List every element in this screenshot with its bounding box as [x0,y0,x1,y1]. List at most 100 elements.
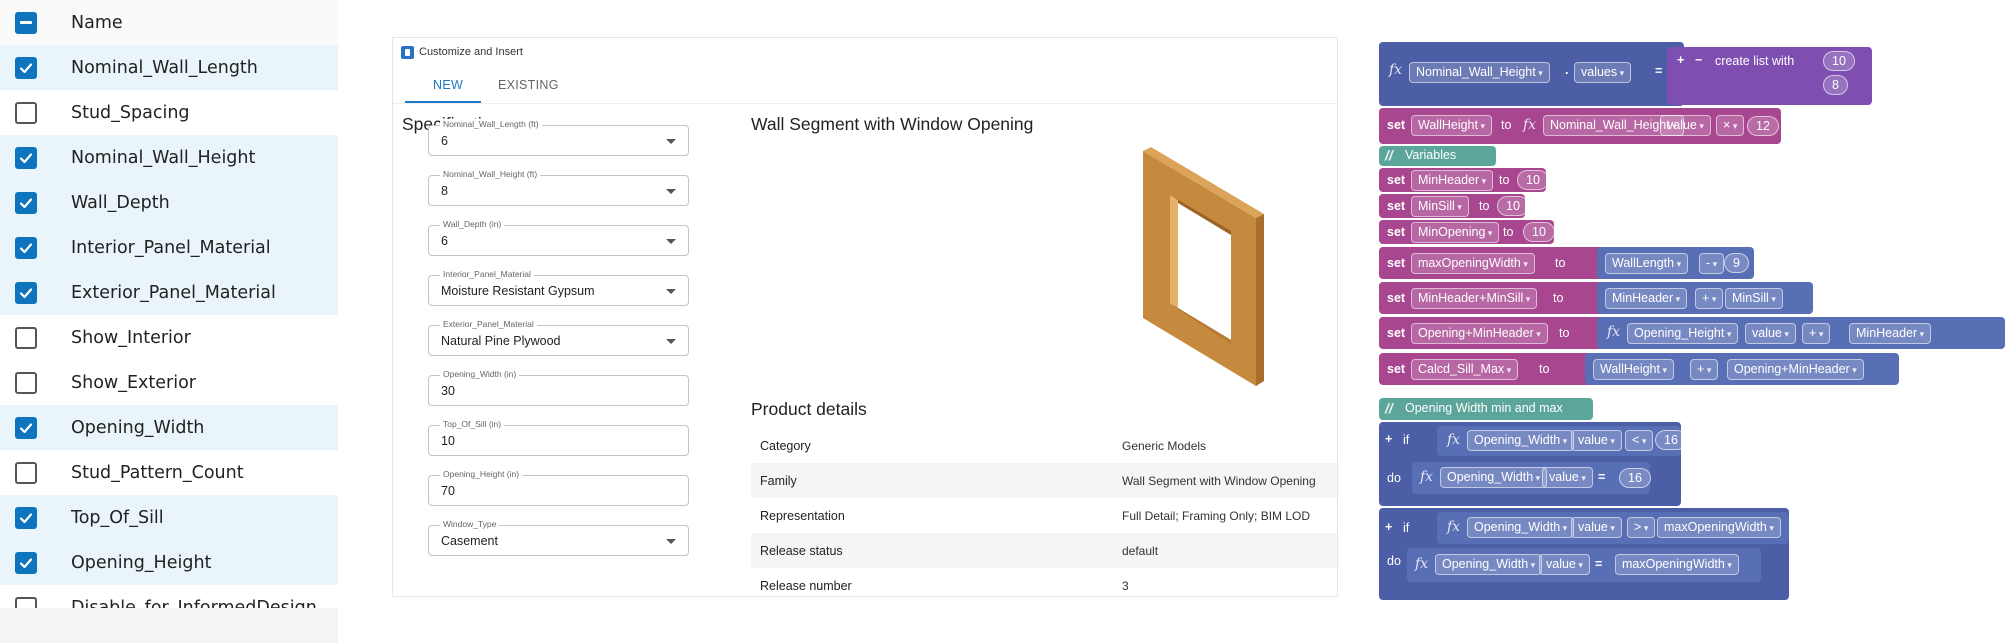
block-set-wallheight[interactable]: set WallHeight to fx Nominal_Wall_Height… [1379,108,1781,144]
spec-select[interactable]: Nominal_Wall_Height (ft) 8 [428,169,689,206]
comparison-block[interactable]: fx Opening_Width value < 16 [1437,426,1687,456]
block-set-maxopeningwidth[interactable]: set maxOpeningWidth to [1379,247,1614,279]
block-set-minheader[interactable]: set MinHeader to 10 [1379,168,1549,192]
chevron-down-icon[interactable] [666,539,676,544]
parameter-row[interactable]: Exterior_Panel_Material [0,270,338,315]
property-dropdown[interactable]: value [1542,467,1593,488]
comparison-block[interactable]: fx Opening_Width value > maxOpeningWidth [1437,512,1789,544]
property-dropdown[interactable]: value [1660,115,1711,136]
spec-select[interactable]: Window_Type Casement [428,519,689,556]
operator-dropdown[interactable]: + [1690,359,1719,380]
param-dropdown[interactable]: Opening_Height [1627,323,1739,344]
chevron-down-icon[interactable] [666,289,676,294]
parameter-checkbox[interactable] [15,461,37,484]
select-all-checkbox[interactable] [15,11,37,34]
tab-existing[interactable]: EXISTING [498,78,559,92]
parameter-checkbox[interactable] [15,326,37,349]
variable-dropdown[interactable]: Opening+MinHeader [1411,323,1548,344]
variable-dropdown[interactable]: MinHeader [1849,323,1932,344]
comment-block[interactable]: // Variables [1379,146,1496,166]
block-create-list[interactable]: + − create list with 10 8 [1667,47,1872,105]
spec-select[interactable]: Interior_Panel_Material Moisture Resistan… [428,269,689,306]
operator-dropdown[interactable]: + [1802,323,1831,344]
number-value[interactable]: 10 [1497,196,1529,216]
chevron-down-icon[interactable] [666,139,676,144]
variable-dropdown[interactable]: WallHeight [1411,115,1493,136]
parameter-checkbox[interactable] [15,551,37,574]
list-value-1[interactable]: 10 [1823,51,1855,71]
remove-item-button[interactable]: − [1695,53,1702,67]
number-value[interactable]: 16 [1655,430,1687,450]
property-dropdown[interactable]: value [1571,430,1622,451]
variable-dropdown[interactable]: MinHeader [1605,288,1688,309]
variable-dropdown[interactable]: maxOpeningWidth [1411,253,1535,274]
chevron-down-icon[interactable] [666,189,676,194]
spec-input[interactable]: Opening_Height (in) 70 [428,469,689,506]
number-value[interactable]: 16 [1619,468,1651,488]
parameter-row[interactable]: Interior_Panel_Material [0,225,338,270]
parameter-row[interactable]: Stud_Spacing [0,90,338,135]
list-value-2[interactable]: 8 [1823,75,1848,95]
block-set-calcd-sill-max[interactable]: set Calcd_Sill_Max to [1379,353,1614,385]
parameter-checkbox[interactable] [15,146,37,169]
property-dropdown[interactable]: values [1574,62,1632,83]
variable-dropdown[interactable]: WallLength [1605,253,1689,274]
spec-input[interactable]: Top_Of_Sill (in) 10 [428,419,689,456]
number-value[interactable]: 12 [1747,116,1779,136]
variable-dropdown[interactable]: MinSill [1725,288,1783,309]
spec-select[interactable]: Nominal_Wall_Length (ft) 6 [428,119,689,156]
param-dropdown[interactable]: Nominal_Wall_Height [1409,62,1550,83]
spec-select[interactable]: Wall_Depth (in) 6 [428,219,689,256]
expand-button[interactable]: + [1385,432,1392,446]
arithmetic-block[interactable]: fx Opening_Height value + MinHeader [1597,317,2005,349]
param-dropdown[interactable]: Opening_Width [1467,517,1575,538]
parameter-checkbox[interactable] [15,416,37,439]
variable-dropdown[interactable]: WallHeight [1593,359,1675,380]
parameter-row[interactable]: Nominal_Wall_Length [0,45,338,90]
variable-dropdown[interactable]: maxOpeningWidth [1657,517,1781,538]
expand-button[interactable]: + [1385,520,1392,534]
variable-dropdown[interactable]: Opening+MinHeader [1727,359,1864,380]
parameter-row[interactable]: Stud_Pattern_Count [0,450,338,495]
tab-new[interactable]: NEW [433,78,463,92]
operator-dropdown[interactable]: > [1627,517,1656,538]
block-set-minheader-minsill[interactable]: set MinHeader+MinSill to [1379,282,1614,314]
variable-dropdown[interactable]: MinHeader [1411,170,1494,191]
parameter-row[interactable]: Show_Exterior [0,360,338,405]
parameter-row[interactable]: Show_Interior [0,315,338,360]
parameter-row[interactable]: Opening_Height [0,540,338,585]
operator-dropdown[interactable]: < [1625,430,1654,451]
block-set-opening-minheader[interactable]: set Opening+MinHeader to [1379,317,1614,349]
comment-block[interactable]: // Opening Width min and max [1379,398,1593,420]
operator-dropdown[interactable]: + [1695,288,1724,309]
parameter-row[interactable]: Top_Of_Sill [0,495,338,540]
param-dropdown[interactable]: Opening_Width [1435,554,1543,575]
add-item-button[interactable]: + [1677,53,1684,67]
arithmetic-block[interactable]: MinHeader + MinSill [1597,282,1813,314]
property-dropdown[interactable]: value [1539,554,1590,575]
chevron-down-icon[interactable] [666,239,676,244]
set-param-block[interactable]: fx Opening_Width value = maxOpeningWidth [1407,548,1761,582]
variable-dropdown[interactable]: MinHeader+MinSill [1411,288,1538,309]
arithmetic-block[interactable]: WallLength - 9 [1597,247,1754,279]
parameter-checkbox[interactable] [15,371,37,394]
variable-dropdown[interactable]: MinSill [1411,196,1469,217]
property-dropdown[interactable]: value [1571,517,1622,538]
spec-input[interactable]: Opening_Width (in) 30 [428,369,689,406]
param-dropdown[interactable]: Opening_Width [1467,430,1575,451]
parameter-checkbox[interactable] [15,506,37,529]
arithmetic-block[interactable]: WallHeight + Opening+MinHeader [1585,353,1899,385]
param-dropdown[interactable]: Opening_Width [1440,467,1548,488]
parameter-checkbox[interactable] [15,281,37,304]
block-param-values[interactable]: fx Nominal_Wall_Height . values = [1379,42,1684,106]
parameter-checkbox[interactable] [15,236,37,259]
number-value[interactable]: 9 [1724,253,1749,273]
parameter-row[interactable]: Nominal_Wall_Height [0,135,338,180]
operator-dropdown[interactable]: - [1699,253,1725,274]
parameter-row[interactable]: Wall_Depth [0,180,338,225]
operator-dropdown[interactable]: × [1716,115,1745,136]
spec-select[interactable]: Exterior_Panel_Material Natural Pine Plyw… [428,319,689,356]
block-set-minsill[interactable]: set MinSill to 10 [1379,194,1529,218]
parameter-checkbox[interactable] [15,101,37,124]
parameter-checkbox[interactable] [15,191,37,214]
